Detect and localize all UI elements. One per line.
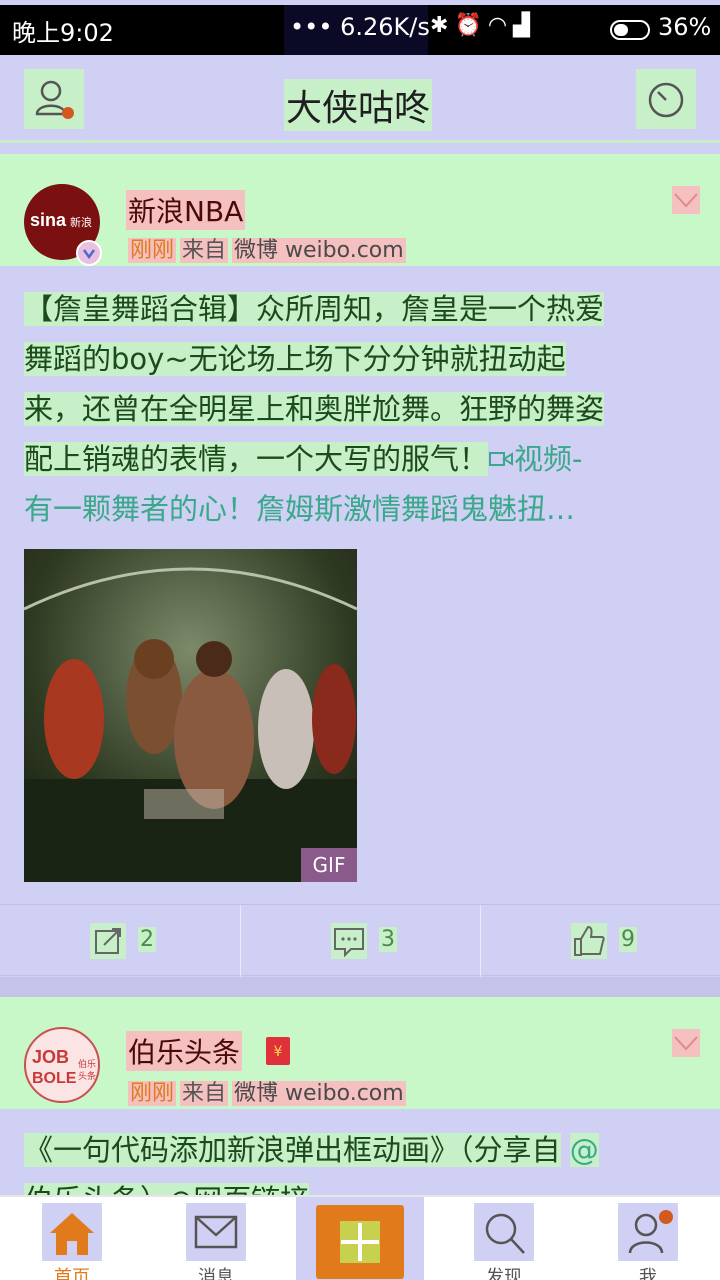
tab-discover[interactable]: 发现 xyxy=(454,1201,554,1280)
post-meta: 刚刚 来自 微博 weibo.com xyxy=(128,232,410,264)
signal-icon: ▟ xyxy=(513,13,536,38)
thumbs-up-icon xyxy=(571,923,607,959)
post-text-line: 有一颗舞者的心！詹姆斯激情舞蹈鬼魅扭… xyxy=(24,484,700,534)
comment-button[interactable]: 3 xyxy=(240,905,480,977)
profile-button[interactable] xyxy=(24,69,84,129)
video-icon xyxy=(489,452,514,466)
mention-link[interactable]: @ xyxy=(569,1133,599,1167)
post-actions: 2 3 9 xyxy=(0,904,720,977)
svg-text:JOB: JOB xyxy=(32,1047,69,1067)
svg-text:sina: sina xyxy=(30,210,67,230)
repost-button[interactable]: 2 xyxy=(0,905,240,977)
author-name[interactable]: 新浪NBA xyxy=(126,190,246,230)
post-image[interactable]: GIF xyxy=(24,549,357,882)
page-title: 大侠咕咚 xyxy=(284,79,433,131)
gif-thumbnail xyxy=(24,549,357,882)
tab-home[interactable]: 首页 xyxy=(22,1201,122,1280)
bluetooth-icon: ✱ xyxy=(430,13,455,38)
repost-count: 2 xyxy=(138,927,156,952)
post-separator xyxy=(0,977,720,997)
profile-icon xyxy=(618,1203,678,1261)
verified-icon xyxy=(76,240,102,266)
status-icons: ✱⏰◠▟ xyxy=(430,13,536,38)
post-text-line: 【詹皇舞蹈合辑】众所周知，詹皇是一个热爱 xyxy=(24,292,605,326)
tab-label: 发现 xyxy=(486,1267,522,1280)
author-name[interactable]: 伯乐头条 xyxy=(126,1031,243,1071)
like-button[interactable]: 9 xyxy=(480,905,720,977)
video-link-title[interactable]: 有一颗舞者的心！詹姆斯激情舞蹈鬼魅扭… xyxy=(24,492,575,526)
svg-text:BOLE: BOLE xyxy=(32,1070,77,1087)
alarm-icon: ⏰ xyxy=(454,13,488,38)
post-source[interactable]: 微博 weibo.com xyxy=(232,1081,406,1106)
tab-messages[interactable]: 消息 xyxy=(166,1201,266,1280)
svg-text:新浪: 新浪 xyxy=(70,215,92,229)
search-icon xyxy=(474,1203,534,1261)
avatar[interactable]: JOB BOLE 伯乐 头条 xyxy=(24,1027,100,1103)
post-time: 刚刚 xyxy=(128,1081,177,1106)
wifi-icon: ◠ xyxy=(487,13,514,38)
jobbole-logo-icon: JOB BOLE 伯乐 头条 xyxy=(32,1047,96,1087)
tab-me[interactable]: 我 xyxy=(598,1201,698,1280)
network-speed: ••• 6.26K/s xyxy=(290,13,430,41)
battery-icon xyxy=(610,20,650,40)
gif-badge: GIF xyxy=(301,848,357,882)
tab-label: 我 xyxy=(639,1267,657,1280)
post-text-line: 《一句代码添加新浪弹出框动画》（分享自 @ xyxy=(24,1133,599,1167)
bottom-tab-bar: 首页 消息 发现 我 xyxy=(0,1195,720,1280)
compose-button[interactable] xyxy=(296,1197,424,1280)
video-link[interactable]: 视频- xyxy=(488,442,582,476)
post-header: JOB BOLE 伯乐 头条 伯乐头条 ¥ 刚刚 来自 微博 weibo.com xyxy=(0,997,720,1109)
mail-icon xyxy=(186,1203,246,1261)
top-app-bar: 大侠咕咚 xyxy=(0,55,720,143)
radar-icon xyxy=(648,82,684,118)
home-icon xyxy=(42,1203,102,1261)
comment-count: 3 xyxy=(379,927,397,952)
status-bar: 晚上9:02 ••• 6.26K/s ✱⏰◠▟ 36% xyxy=(0,5,720,55)
source-label: 来自 xyxy=(180,1081,229,1106)
svg-text:伯乐: 伯乐 xyxy=(78,1058,96,1069)
radar-button[interactable] xyxy=(636,69,696,129)
post-text-line: 来，还曾在全明星上和奥胖尬舞。狂野的舞姿 xyxy=(24,392,605,426)
post-text[interactable]: 【詹皇舞蹈合辑】众所周知，詹皇是一个热爱 舞蹈的boy~无论场上场下分分钟就扭动… xyxy=(24,284,700,534)
profile-icon xyxy=(35,80,74,119)
post-meta: 刚刚 来自 微博 weibo.com xyxy=(128,1075,410,1107)
share-icon xyxy=(90,923,126,959)
source-label: 来自 xyxy=(180,238,229,263)
post-text-line: 配上销魂的表情，一个大写的服气！ 视频- xyxy=(24,442,583,476)
post-source[interactable]: 微博 weibo.com xyxy=(232,238,406,263)
chevron-down-icon xyxy=(674,1036,698,1051)
tab-label: 首页 xyxy=(54,1267,90,1280)
tab-label: 消息 xyxy=(198,1267,234,1280)
battery-percent: 36% xyxy=(658,13,712,41)
like-count: 9 xyxy=(619,927,637,952)
status-time: 晚上9:02 xyxy=(12,19,114,47)
chevron-down-icon xyxy=(674,193,698,208)
post-text-line: 舞蹈的boy~无论场上场下分分钟就扭动起 xyxy=(24,342,566,376)
post-header: sina 新浪 新浪NBA 刚刚 来自 微博 weibo.com xyxy=(0,154,720,266)
red-packet-icon: ¥ xyxy=(266,1037,290,1065)
plus-icon xyxy=(316,1205,404,1279)
post-menu-button[interactable] xyxy=(672,186,700,214)
svg-text:头条: 头条 xyxy=(78,1070,96,1081)
post-menu-button[interactable] xyxy=(672,1029,700,1057)
comment-icon xyxy=(331,923,367,959)
post-time: 刚刚 xyxy=(128,238,177,263)
